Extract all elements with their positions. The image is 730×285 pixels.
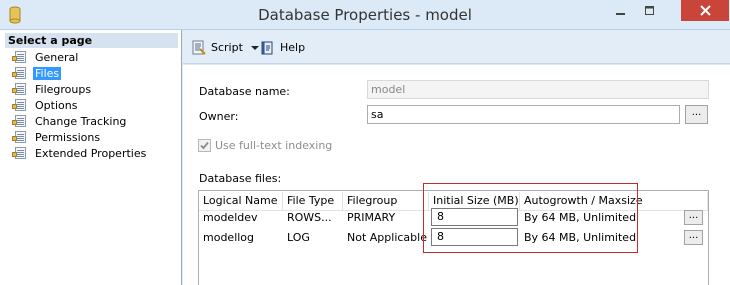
script-label: Script — [211, 41, 243, 54]
cell-logical-name[interactable]: modellog — [199, 228, 283, 247]
cell-filegroup[interactable]: PRIMARY — [343, 208, 429, 227]
sidebar-item-permissions[interactable]: Permissions — [12, 129, 102, 145]
close-icon — [699, 5, 711, 16]
page-icon — [12, 98, 29, 112]
sidebar-item-label: Filegroups — [35, 82, 92, 96]
vertical-scrollbar-area[interactable] — [709, 168, 730, 285]
sidebar-item-label: Options — [35, 98, 78, 112]
owner-browse-button[interactable]: ... — [685, 105, 708, 124]
cell-logical-name[interactable]: modeldev — [199, 208, 283, 227]
highlight-annotation-box — [423, 183, 638, 253]
sidebar-item-label: Extended Properties — [35, 146, 147, 160]
page-icon — [12, 114, 29, 128]
title-bar: Database Properties - model — [0, 0, 730, 30]
sidebar-item-change-tracking[interactable]: Change Tracking — [12, 113, 128, 129]
sidebar-item-general[interactable]: General — [12, 49, 80, 65]
database-properties-window: Database Properties - model Select a pag… — [0, 0, 730, 285]
owner-field[interactable]: sa — [367, 105, 680, 124]
autogrowth-edit-button[interactable]: ... — [684, 230, 703, 245]
maximize-icon — [645, 5, 654, 15]
page-selector-sidebar: Select a page General Files Filegroups O… — [0, 30, 182, 285]
fulltext-label: Use full-text indexing — [215, 139, 333, 152]
help-button[interactable]: Help — [260, 39, 305, 56]
autogrowth-edit-button[interactable]: ... — [684, 210, 703, 225]
owner-label: Owner: — [199, 110, 239, 123]
page-icon — [12, 66, 29, 80]
cell-filegroup[interactable]: Not Applicable — [343, 228, 429, 247]
page-icon — [12, 146, 29, 160]
sidebar-header: Select a page — [5, 33, 178, 48]
checkmark-icon — [200, 141, 209, 150]
page-icon — [12, 50, 29, 64]
script-icon — [191, 40, 207, 56]
fulltext-checkbox[interactable] — [198, 139, 211, 152]
minimize-button[interactable] — [607, 0, 635, 21]
database-name-label: Database name: — [199, 85, 290, 98]
maximize-button[interactable] — [636, 0, 664, 21]
sidebar-item-filegroups[interactable]: Filegroups — [12, 81, 93, 97]
database-name-field: model — [367, 80, 709, 99]
script-button[interactable]: Script — [191, 39, 261, 56]
cell-file-type[interactable]: LOG — [283, 228, 343, 247]
help-icon — [260, 40, 276, 56]
cell-file-type[interactable]: ROWS... — [283, 208, 343, 227]
page-icon — [12, 82, 29, 96]
sidebar-item-files[interactable]: Files — [12, 65, 62, 81]
close-button[interactable] — [681, 0, 729, 21]
sidebar-item-label: Files — [33, 66, 62, 80]
sidebar-item-label: Change Tracking — [35, 114, 127, 128]
page-icon — [12, 130, 29, 144]
toolbar: Script Help — [183, 30, 730, 64]
help-label: Help — [280, 41, 306, 54]
minimize-icon — [616, 12, 625, 15]
sidebar-item-label: Permissions — [35, 130, 101, 144]
database-files-label: Database files: — [199, 172, 282, 185]
sidebar-item-options[interactable]: Options — [12, 97, 79, 113]
sidebar-item-extended-properties[interactable]: Extended Properties — [12, 145, 148, 161]
sidebar-item-label: General — [35, 50, 79, 64]
